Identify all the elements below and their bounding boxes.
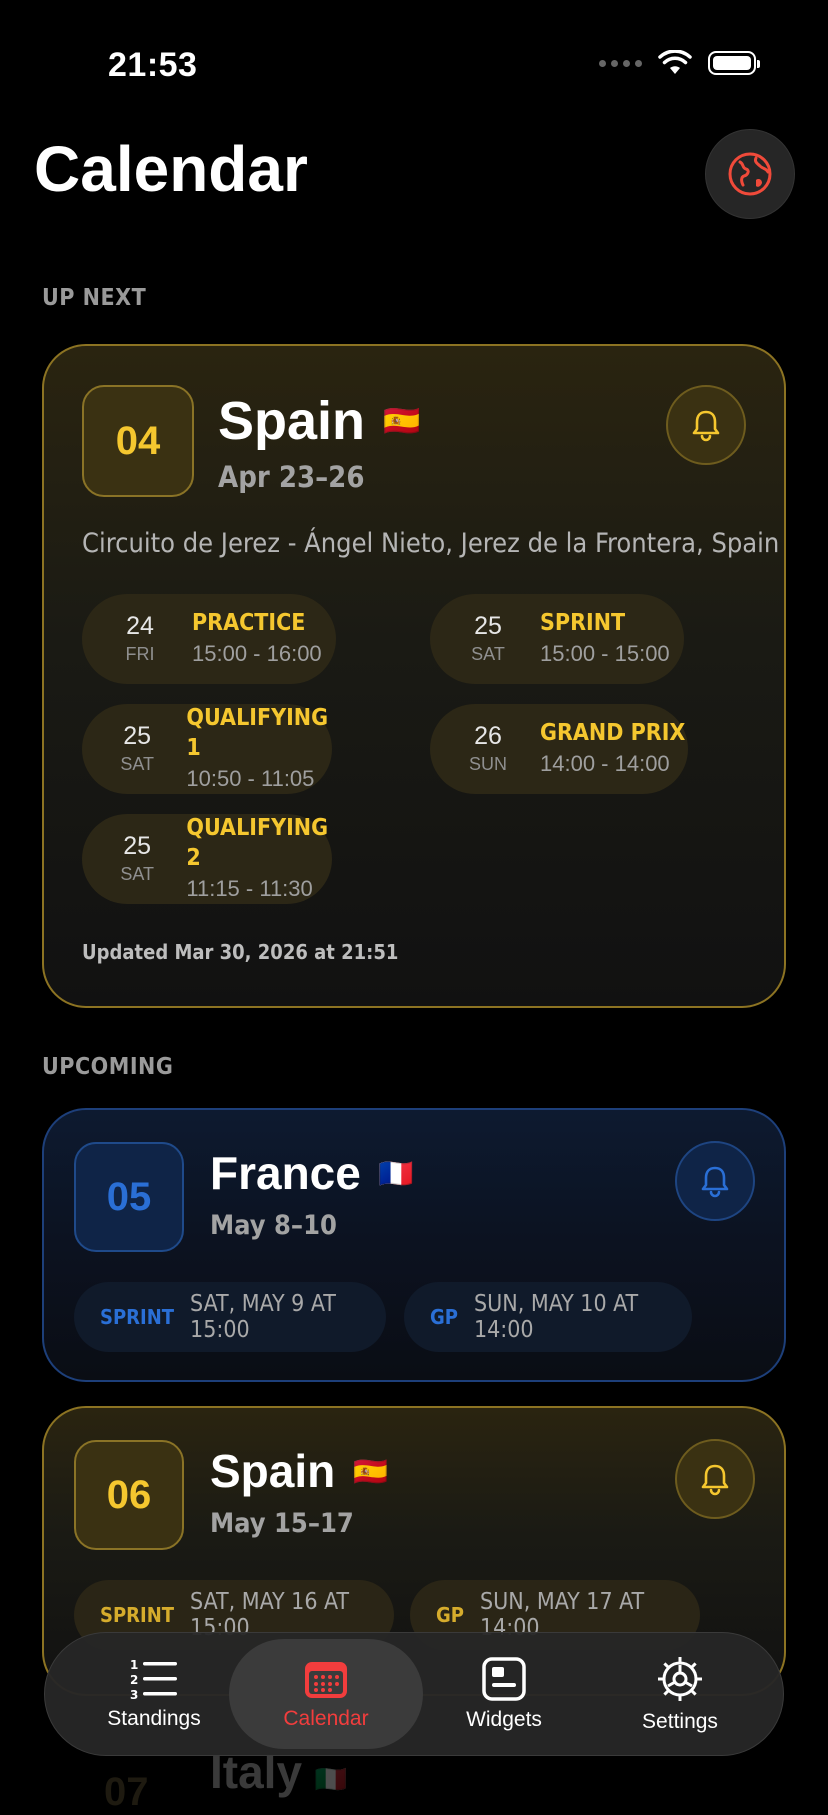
flag-icon: 🇮🇹 [314, 1764, 348, 1794]
session-name: QUALIFYING 1 [186, 705, 329, 761]
svg-text:3: 3 [130, 1688, 138, 1701]
circuit-name: Circuito de Jerez - Ángel Nieto, Jerez d… [82, 528, 780, 559]
session-time: 10:50 - 11:05 [186, 766, 315, 791]
session-name: PRACTICE [192, 610, 306, 636]
session-dow: SUN [468, 754, 507, 774]
sprint-tag: SPRINT [100, 1305, 175, 1329]
flag-icon: 🇫🇷 [378, 1157, 414, 1189]
tab-standings[interactable]: 1 2 3 Standings [69, 1633, 239, 1755]
session-time: 14:00 - 14:00 [540, 751, 670, 776]
race-dates: May 15–17 [210, 1508, 354, 1539]
session-qualifying-1: 25 SAT QUALIFYING 1 10:50 - 11:05 [82, 704, 332, 794]
sprint-time: SAT, MAY 9 AT 15:00 [190, 1291, 336, 1343]
sprint-pill: SPRINT SAT, MAY 9 AT 15:00 [74, 1282, 386, 1352]
notify-button[interactable] [675, 1141, 755, 1221]
page-title: Calendar [34, 133, 308, 205]
sprint-tag: SPRINT [100, 1603, 175, 1627]
session-day: 25 [123, 832, 152, 860]
session-name: GRAND PRIX [540, 720, 686, 746]
region-button[interactable] [705, 129, 795, 219]
status-time: 21:53 [108, 46, 198, 84]
tab-calendar[interactable]: Calendar [229, 1639, 423, 1749]
tab-widgets[interactable]: Widgets [419, 1633, 589, 1755]
widget-icon [482, 1657, 526, 1701]
section-up-next: UP NEXT [42, 285, 147, 311]
battery-icon [708, 51, 760, 75]
wifi-icon [658, 50, 692, 74]
list-numbered-icon: 1 2 3 [130, 1658, 177, 1701]
bell-icon [692, 410, 720, 442]
session-dow: SAT [120, 754, 155, 774]
race-name-text: Spain [210, 1445, 336, 1497]
gp-time: SUN, MAY 10 AT 14:00 [473, 1291, 639, 1343]
tab-label: Widgets [466, 1708, 542, 1731]
race-name: France 🇫🇷 [210, 1146, 414, 1200]
race-name: Spain 🇪🇸 [210, 1444, 388, 1498]
round-badge: 06 [74, 1440, 184, 1550]
session-name: SPRINT [540, 610, 626, 636]
session-grand-prix: 26 SUN GRAND PRIX 14:00 - 14:00 [430, 704, 688, 794]
race-dates: Apr 23–26 [218, 460, 365, 494]
session-dow: SAT [471, 644, 505, 664]
tab-label: Standings [107, 1707, 201, 1730]
race-name: Spain 🇪🇸 [218, 390, 420, 452]
gp-pill: GP SUN, MAY 10 AT 14:00 [404, 1282, 692, 1352]
round-badge: 05 [74, 1142, 184, 1252]
session-time: 15:00 - 15:00 [540, 641, 670, 666]
tab-settings[interactable]: Settings [595, 1633, 765, 1755]
session-day: 25 [123, 722, 152, 750]
notify-button[interactable] [666, 385, 746, 465]
tab-label: Calendar [283, 1707, 369, 1730]
flag-icon: 🇪🇸 [383, 404, 421, 438]
section-upcoming: UPCOMING [42, 1054, 174, 1080]
bell-icon [701, 1464, 729, 1496]
flag-icon: 🇪🇸 [353, 1455, 389, 1487]
round-badge: 04 [82, 385, 194, 497]
race-dates: May 8–10 [210, 1210, 337, 1241]
session-dow: SAT [120, 864, 155, 884]
session-name: QUALIFYING 2 [186, 815, 329, 871]
gp-tag: GP [436, 1603, 464, 1627]
session-sprint: 25 SAT SPRINT 15:00 - 15:00 [430, 594, 684, 684]
session-qualifying-2: 25 SAT QUALIFYING 2 11:15 - 11:30 [82, 814, 332, 904]
session-practice: 24 FRI PRACTICE 15:00 - 16:00 [82, 594, 336, 684]
tab-bar: 1 2 3 Standings Calendar Widgets Setting… [44, 1632, 784, 1756]
session-day: 24 [126, 612, 154, 640]
globe-icon [728, 152, 772, 196]
updated-timestamp: Updated Mar 30, 2026 at 21:51 [82, 940, 399, 964]
gear-icon [658, 1657, 702, 1701]
race-name-text: Spain [218, 391, 366, 451]
session-dow: FRI [125, 644, 155, 664]
notify-button[interactable] [675, 1439, 755, 1519]
svg-text:1: 1 [130, 1658, 138, 1672]
session-day: 25 [474, 612, 502, 640]
gp-tag: GP [430, 1305, 458, 1329]
session-time: 15:00 - 16:00 [192, 641, 322, 666]
signal-icon [599, 59, 642, 67]
bell-icon [701, 1166, 729, 1198]
session-time: 11:15 - 11:30 [186, 876, 313, 901]
tab-label: Settings [642, 1710, 718, 1733]
status-icons [599, 50, 760, 76]
round-badge: 07 [104, 1770, 149, 1814]
race-name-text: France [210, 1147, 361, 1199]
svg-text:2: 2 [130, 1673, 138, 1687]
session-day: 26 [474, 722, 502, 750]
calendar-icon [305, 1662, 347, 1698]
